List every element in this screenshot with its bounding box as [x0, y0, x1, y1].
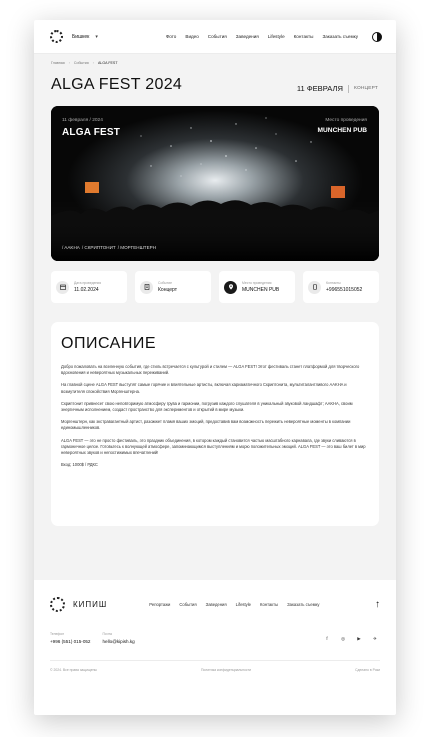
card-value: MUNCHEN PUB [242, 287, 280, 293]
banner-venue-label: Место проведения [325, 118, 367, 123]
footer-nav-lifestyle[interactable]: Lifestyle [236, 602, 251, 607]
card-value: 11.02.2024 [74, 287, 99, 293]
arrow-up-icon[interactable]: ↑ [375, 599, 380, 610]
card-event: Событие Концерт [135, 271, 211, 303]
event-banner: 11 февраля / 2024 ALGA FEST Место провед… [51, 106, 379, 261]
logo-icon[interactable] [50, 30, 63, 43]
card-label: Событие [158, 281, 173, 285]
logo-icon[interactable] [50, 597, 65, 612]
banner-title: ALGA FEST [62, 127, 121, 138]
event-date: 11 ФЕВРАЛЯ [296, 84, 343, 93]
footer-nav-reports[interactable]: Репортажи [149, 602, 170, 607]
social-links: f ◎ ▶ ✈ [324, 636, 378, 642]
card-label: Контакты [326, 281, 341, 285]
nav-photo[interactable]: Фото [166, 34, 177, 39]
facebook-icon[interactable]: f [324, 636, 330, 642]
card-label: Дата проведения [74, 281, 102, 285]
phone-icon [308, 280, 321, 294]
breadcrumb-home[interactable]: Главная [51, 61, 65, 65]
instagram-icon[interactable]: ◎ [340, 636, 346, 642]
nav-order-shoot[interactable]: Заказать съемку [322, 34, 358, 39]
breadcrumb-separator: › [92, 61, 94, 65]
banner-artists: / AAKHA / СКРИПТОНИТ / МОРГЕНШТЕРН [62, 245, 156, 250]
footer-brand[interactable]: КИПИШ [73, 600, 107, 609]
nav-lifestyle[interactable]: Lifestyle [268, 34, 285, 39]
footer-contacts: Телефон +996 (551) 015-052 Почта hello@k… [50, 632, 135, 644]
theme-toggle-icon[interactable] [372, 31, 382, 42]
event-icon [140, 280, 153, 294]
artist-tag: / МОРГЕНШТЕРН [117, 245, 157, 250]
event-kind: КОНЦЕРТ [354, 86, 378, 91]
card-contacts: Контакты +996551015052 [303, 271, 379, 303]
site-footer: КИПИШ Репортажи События Заведения Lifest… [34, 580, 396, 715]
nav-venues[interactable]: Заведения [236, 34, 259, 39]
description-paragraph: На главной сцене ALGA FEST выступят самы… [61, 382, 347, 394]
nav-events[interactable]: События [208, 34, 227, 39]
card-value[interactable]: +996551015052 [326, 287, 362, 293]
site-header: Бишкек ▾ Фото Видео События Заведения Li… [34, 20, 396, 54]
breadcrumb: Главная › События › ALGA FEST [51, 61, 118, 65]
info-cards: Дата проведения 11.02.2024 Событие Конце… [51, 271, 379, 303]
main-nav: Фото Видео События Заведения Lifestyle К… [166, 34, 358, 39]
footer-email[interactable]: hello@kipish.kg [102, 639, 134, 644]
telegram-icon[interactable]: ✈ [372, 636, 378, 642]
card-label: Место проведения [242, 281, 272, 285]
footer-bottom: © 2024. Все права защищены Политика конф… [50, 668, 380, 672]
footer-top: КИПИШ Репортажи События Заведения Lifest… [50, 597, 380, 612]
footer-nav-venues[interactable]: Заведения [206, 602, 227, 607]
page-title: ALGA FEST 2024 [51, 76, 183, 93]
copyright: © 2024. Все права защищены [50, 668, 97, 672]
credit-link[interactable]: Сделано в Роки [355, 668, 380, 672]
browser-frame: Бишкек ▾ Фото Видео События Заведения Li… [34, 20, 396, 715]
footer-nav-events[interactable]: События [179, 602, 196, 607]
card-value: Концерт [158, 287, 178, 293]
privacy-link[interactable]: Политика конфиденциальности [201, 668, 251, 672]
breadcrumb-separator: › [68, 61, 70, 65]
footer-divider [50, 660, 380, 661]
description-paragraph: Добро пожаловать на вселенную события, г… [61, 364, 360, 376]
banner-venue: MUNCHEN PUB [317, 127, 367, 134]
description-paragraph: Моргенштерн, как экстравагантный артист,… [61, 419, 351, 431]
footer-nav-order-shoot[interactable]: Заказать съемку [287, 602, 319, 607]
chevron-down-icon[interactable]: ▾ [95, 34, 98, 40]
event-date-block: 11 ФЕВРАЛЯ КОНЦЕРТ [297, 84, 378, 93]
description-heading: ОПИСАНИЕ [61, 335, 157, 352]
footer-nav: Репортажи События Заведения Lifestyle Ко… [149, 602, 319, 607]
youtube-icon[interactable]: ▶ [356, 636, 362, 642]
description-paragraph: Скриптонит привнесет свою неповторимую а… [61, 400, 353, 413]
nav-contacts[interactable]: Контакты [294, 34, 314, 39]
footer-nav-contacts[interactable]: Контакты [260, 602, 278, 607]
location-icon [224, 280, 237, 294]
divider [348, 84, 349, 93]
card-date: Дата проведения 11.02.2024 [51, 271, 127, 303]
breadcrumb-current: ALGA FEST [97, 61, 118, 65]
description-paragraph: Вход: 1000$ / РДКС [61, 462, 98, 468]
calendar-icon [56, 280, 69, 294]
breadcrumb-events[interactable]: События [74, 61, 89, 65]
card-venue: Место проведения MUNCHEN PUB [219, 271, 295, 303]
artist-tag: / СКРИПТОНИТ [81, 245, 116, 250]
artist-tag: / AAKHA [62, 245, 80, 250]
description-section: ОПИСАНИЕ Добро пожаловать на вселенную с… [51, 322, 379, 526]
banner-date: 11 февраля / 2024 [62, 118, 103, 123]
phone-label: Телефон [50, 632, 65, 636]
description-paragraph: ALGA FEST — это не просто фестиваль, это… [61, 437, 366, 456]
nav-video[interactable]: Видео [185, 34, 198, 39]
footer-phone[interactable]: +996 (551) 015-052 [50, 639, 90, 644]
city-selector[interactable]: Бишкек [72, 34, 89, 40]
email-label: Почта [102, 632, 112, 636]
